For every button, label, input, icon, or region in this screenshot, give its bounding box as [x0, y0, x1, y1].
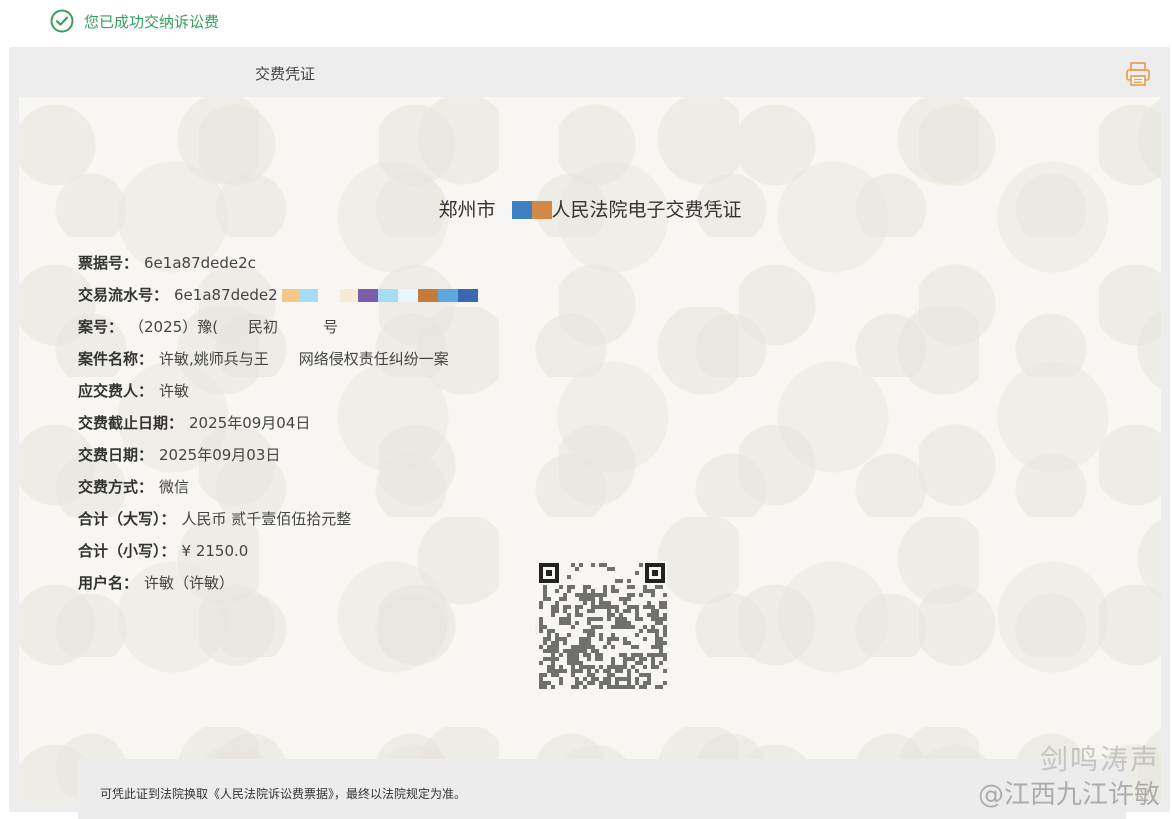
field-value: 许敏,姚师兵与王 网络侵权责任纠纷一案: [159, 350, 449, 368]
field-payer: 应交费人： 许敏: [78, 375, 478, 407]
page: 您已成功交纳诉讼费 交费凭证 郑州市 人民法院电子交费凭证 票据号： 6e1a8…: [0, 0, 1172, 819]
receipt-card: 交费凭证 郑州市 人民法院电子交费凭证 票据号： 6e1a87dede2c 交易…: [9, 47, 1170, 819]
field-payment-method: 交费方式： 微信: [78, 471, 478, 503]
print-button[interactable]: [1124, 60, 1152, 88]
field-label: 案件名称：: [78, 350, 154, 368]
field-total-uppercase: 合计（大写）： 人民币 贰千壹佰伍拾元整: [78, 503, 478, 535]
field-label: 票据号：: [78, 254, 139, 272]
qr-code: [537, 561, 667, 691]
field-label: 用户名：: [78, 574, 139, 592]
receipt-note: 可凭此证到法院换取《人民法院诉讼费票据》，最终以法院规定为准。: [78, 759, 1126, 819]
field-label: 交易流水号：: [78, 286, 169, 304]
field-value: （2025）豫( 民初 号: [129, 318, 339, 336]
watermark-line1: 剑鸣涛声: [1039, 743, 1160, 776]
watermark: 剑鸣涛声 @江西九江许敏: [978, 738, 1160, 811]
field-value: 人民币 贰千壹佰伍拾元整: [181, 510, 352, 528]
field-label: 合计（小写）：: [78, 542, 176, 560]
success-banner: 您已成功交纳诉讼费: [50, 9, 219, 33]
printer-icon: [1126, 62, 1150, 86]
field-value: ¥ 2150.0: [181, 542, 249, 560]
field-label: 交费方式：: [78, 478, 154, 496]
receipt-fields: 票据号： 6e1a87dede2c 交易流水号： 6e1a87dede2 案号：…: [78, 247, 478, 599]
receipt-title-suffix: 人民法院电子交费凭证: [551, 199, 742, 221]
field-value: 6e1a87dede2c: [144, 254, 256, 272]
watermark-line2: @江西九江许敏: [977, 780, 1160, 810]
check-circle-icon: [50, 9, 74, 33]
card-title: 交费凭证: [255, 65, 316, 83]
receipt-paper: 郑州市 人民法院电子交费凭证 票据号： 6e1a87dede2c 交易流水号： 6…: [19, 97, 1161, 819]
card-header: 交费凭证: [9, 47, 1170, 97]
field-transaction-no: 交易流水号： 6e1a87dede2: [78, 279, 478, 311]
field-value: 许敏（许敏）: [144, 574, 235, 592]
field-case-name: 案件名称： 许敏,姚师兵与王 网络侵权责任纠纷一案: [78, 343, 478, 375]
field-value: 2025年09月03日: [159, 446, 281, 464]
redacted-block: [511, 201, 532, 219]
field-label: 交费截止日期：: [78, 414, 184, 432]
redacted-strip: [281, 288, 478, 302]
field-payment-date: 交费日期： 2025年09月03日: [78, 439, 478, 471]
field-total-amount: 合计（小写）： ¥ 2150.0: [78, 535, 478, 567]
receipt-title: 郑州市 人民法院电子交费凭证: [19, 195, 1161, 222]
field-deadline: 交费截止日期： 2025年09月04日: [78, 407, 478, 439]
field-label: 合计（大写）：: [78, 510, 176, 528]
redacted-block: [531, 201, 552, 219]
field-username: 用户名： 许敏（许敏）: [78, 567, 478, 599]
field-value: 6e1a87dede2: [174, 286, 278, 304]
receipt-title-prefix: 郑州市: [438, 199, 496, 221]
field-label: 应交费人：: [78, 382, 154, 400]
success-message: 您已成功交纳诉讼费: [84, 12, 220, 31]
field-value: 2025年09月04日: [189, 414, 311, 432]
field-value: 许敏: [159, 382, 190, 400]
field-case-no: 案号： （2025）豫( 民初 号: [78, 311, 478, 343]
field-receipt-no: 票据号： 6e1a87dede2c: [78, 247, 478, 279]
field-label: 交费日期：: [78, 446, 154, 464]
field-value: 微信: [159, 478, 190, 496]
field-label: 案号：: [78, 318, 124, 336]
